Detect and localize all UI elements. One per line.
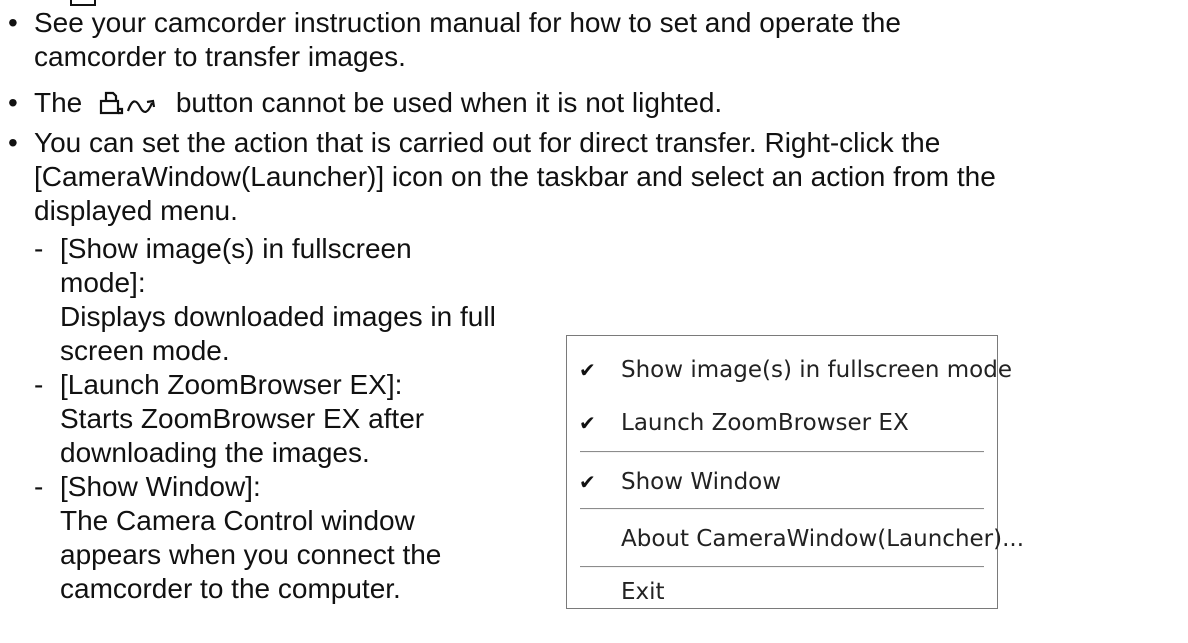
menu-item-show-window[interactable]: ✔ Show Window bbox=[567, 462, 997, 502]
menu-separator bbox=[580, 566, 984, 568]
action-descriptions: - [Show image(s) in fullscreen mode]: Di… bbox=[34, 232, 514, 606]
menu-item-label: Show Window bbox=[621, 469, 782, 495]
menu-item-label: Show image(s) in fullscreen mode bbox=[621, 357, 1012, 383]
bullet-2-after: button cannot be used when it is not lig… bbox=[175, 87, 723, 118]
share-icon bbox=[126, 99, 156, 113]
bullet-3-line-1: You can set the action that is carried o… bbox=[34, 127, 941, 158]
bullet-symbol: • bbox=[8, 7, 18, 38]
bullet-3-line-3: displayed menu. bbox=[34, 195, 238, 226]
menu-item-launch-zoombrowser[interactable]: ✔ Launch ZoomBrowser EX bbox=[567, 403, 997, 443]
dash: - bbox=[34, 369, 44, 400]
sub-item-title: [Show Window]: bbox=[60, 471, 261, 502]
sub-item-zoombrowser: - [Launch ZoomBrowser EX]: Starts ZoomBr… bbox=[34, 368, 514, 470]
bullet-text: You can set the action that is carried o… bbox=[34, 126, 1174, 228]
checkmark-icon: ✔ bbox=[579, 358, 596, 382]
sub-item-title: [Show image(s) in fullscreen mode]: bbox=[60, 233, 412, 298]
bullet-symbol: • bbox=[8, 87, 18, 118]
dash: - bbox=[34, 233, 44, 264]
dash: - bbox=[34, 471, 44, 502]
menu-separator bbox=[580, 451, 984, 453]
checkmark-icon: ✔ bbox=[579, 470, 596, 494]
bullet-text: The button cannot be used when it is not… bbox=[34, 86, 1174, 120]
menu-item-label: About CameraWindow(Launcher)... bbox=[621, 526, 1025, 552]
menu-item-label: Exit bbox=[621, 579, 665, 605]
sub-item-title: [Launch ZoomBrowser EX]: bbox=[60, 369, 403, 400]
menu-item-exit[interactable]: Exit bbox=[567, 572, 997, 612]
bullet-2-before: The bbox=[34, 87, 83, 118]
sub-item-description: Displays downloaded images in full scree… bbox=[60, 301, 496, 366]
menu-item-label: Launch ZoomBrowser EX bbox=[621, 410, 909, 436]
menu-separator bbox=[580, 508, 984, 510]
bullet-symbol: • bbox=[8, 127, 18, 158]
sub-item-show-window: - [Show Window]: The Camera Control wind… bbox=[34, 470, 514, 606]
sub-item-fullscreen: - [Show image(s) in fullscreen mode]: Di… bbox=[34, 232, 514, 368]
sub-item-description: Starts ZoomBrowser EX after downloading … bbox=[60, 403, 425, 468]
menu-item-show-fullscreen[interactable]: ✔ Show image(s) in fullscreen mode bbox=[567, 350, 1012, 390]
bullet-1-line-2: camcorder to transfer images. bbox=[34, 41, 406, 72]
bullet-1-line-1: See your camcorder instruction manual fo… bbox=[34, 7, 901, 38]
sub-item-description: The Camera Control window appears when y… bbox=[60, 505, 442, 604]
manual-page: • See your camcorder instruction manual … bbox=[0, 0, 1188, 643]
print-share-button-icon bbox=[99, 91, 156, 115]
menu-item-about[interactable]: About CameraWindow(Launcher)... bbox=[567, 519, 1024, 559]
checkmark-icon: ✔ bbox=[579, 411, 596, 435]
bullet-3-line-2: [CameraWindow(Launcher)] icon on the tas… bbox=[34, 161, 996, 192]
print-icon bbox=[99, 91, 124, 115]
camerawindow-context-menu: ✔ Show image(s) in fullscreen mode ✔ Lau… bbox=[566, 335, 1024, 612]
bullet-text: See your camcorder instruction manual fo… bbox=[34, 6, 1174, 74]
